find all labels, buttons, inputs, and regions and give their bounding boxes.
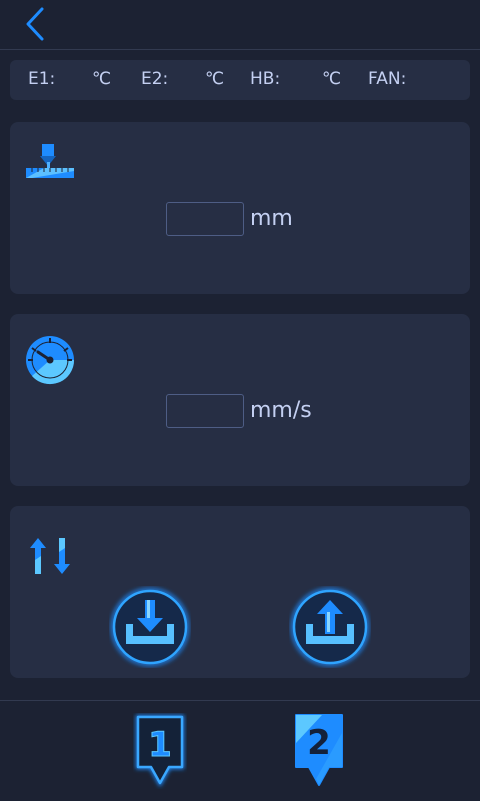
hb-unit: ℃	[322, 69, 342, 89]
filament-unload-button[interactable]	[289, 586, 371, 668]
extruder-ruler-icon	[24, 142, 76, 194]
e1-label: E1:	[28, 69, 56, 89]
tool-1-label: 1	[148, 725, 172, 765]
filament-unload-icon	[291, 588, 369, 666]
distance-panel: mm	[10, 122, 470, 294]
e1-unit: ℃	[92, 69, 112, 89]
fan-label: FAN:	[368, 69, 407, 89]
up-down-arrows-icon	[24, 526, 76, 578]
tool-1-button[interactable]: 1	[133, 713, 187, 789]
filament-load-button[interactable]	[109, 586, 191, 668]
tool-select-bar: 1 2	[0, 700, 480, 801]
nozzle-2-icon: 2	[295, 714, 343, 786]
e2-label: E2:	[141, 69, 169, 89]
distance-input[interactable]	[166, 202, 244, 236]
distance-unit: mm	[250, 206, 293, 231]
filament-load-icon	[111, 588, 189, 666]
speedometer-icon	[24, 334, 76, 386]
speed-unit: mm/s	[250, 398, 312, 423]
top-bar	[0, 0, 480, 50]
extrude-panel	[10, 506, 470, 678]
chevron-left-icon[interactable]	[18, 6, 52, 42]
tool-2-label: 2	[307, 723, 331, 763]
tool-2-button[interactable]: 2	[292, 713, 346, 789]
speed-input[interactable]	[166, 394, 244, 428]
e2-unit: ℃	[205, 69, 225, 89]
nozzle-1-icon: 1	[136, 715, 184, 788]
speed-panel: mm/s	[10, 314, 470, 486]
temperature-status-bar: E1: ℃ E2: ℃ HB: ℃ FAN:	[10, 60, 470, 100]
hb-label: HB:	[250, 69, 281, 89]
